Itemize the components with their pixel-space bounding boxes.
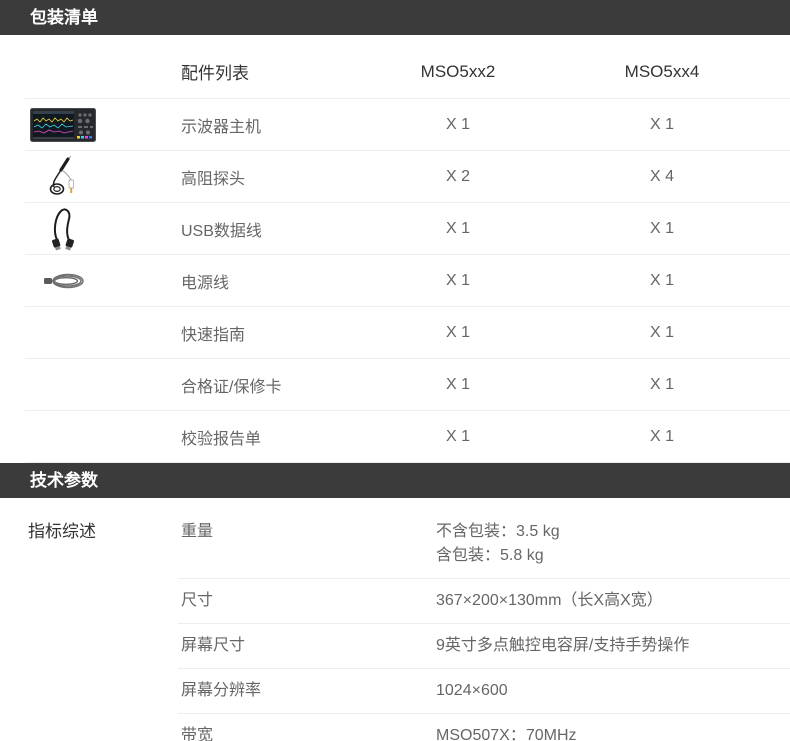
spec-value: 367×200×130mm（长X高X宽） [436,592,663,609]
qty-mso5xx4: X 1 [649,375,674,393]
usb-cable-image [52,207,74,250]
packing-row: 快速指南 X 1 X 1 [25,307,790,359]
item-image-cell [28,207,98,251]
spec-label: 屏幕分辨率 [181,682,262,699]
spec-value: 1024×600 [436,682,508,699]
item-image-cell [28,103,98,147]
qty-mso5xx4: X 1 [649,271,674,289]
item-name: 电源线 [181,274,230,292]
qty-mso5xx4: X 1 [649,323,674,341]
probe-image [49,155,74,195]
qty-mso5xx2: X 1 [445,271,470,289]
qty-mso5xx4: X 1 [649,427,674,445]
item-image-cell [28,363,98,407]
packing-row: 电源线 X 1 X 1 [25,255,790,307]
item-image-cell [28,311,98,355]
spec-value: MSO507X：70MHz [436,727,577,741]
mso5xx2-column-header: MSO5xx2 [420,61,496,81]
specifications-header: 技术参数 [0,463,790,498]
qty-mso5xx4: X 4 [649,167,674,185]
packing-row: 示波器主机 X 1 X 1 [25,99,790,151]
item-name: USB数据线 [181,222,262,240]
item-name: 校验报告单 [181,430,262,448]
item-image-cell [28,259,98,303]
packing-list-header: 包装清单 [0,0,790,35]
qty-mso5xx2: X 1 [445,375,470,393]
item-image-cell [28,155,98,199]
spec-values: 不含包装：3.5 kg 含包装：5.8 kg [436,520,790,568]
power-cord-image [44,273,84,288]
item-name: 快速指南 [181,326,246,344]
item-image-cell [28,415,98,459]
spec-row: 重量 不含包装：3.5 kg 含包装：5.8 kg [178,510,790,579]
specifications-section: 指标综述 重量 不含包装：3.5 kg 含包装：5.8 kg 尺寸 367×20… [0,498,790,741]
spec-label: 屏幕尺寸 [181,637,246,654]
spec-label: 带宽 [181,727,214,741]
spec-value: 含包装：5.8 kg [436,547,544,564]
item-column-header: 配件列表 [181,64,249,83]
spec-label: 尺寸 [181,592,214,609]
qty-mso5xx2: X 1 [445,115,470,133]
spec-row: 屏幕尺寸 9英寸多点触控电容屏/支持手势操作 [178,624,790,669]
spec-label: 重量 [181,523,214,540]
packing-list-table: 配件列表 MSO5xx2 MSO5xx4 示波器主机 X 1 X 1 高阻探头 … [25,35,790,463]
item-name: 高阻探头 [181,170,246,188]
packing-row: 合格证/保修卡 X 1 X 1 [25,359,790,411]
spec-values: MSO507X：70MHz [436,724,790,741]
spec-table: 重量 不含包装：3.5 kg 含包装：5.8 kg 尺寸 367×200×130… [178,510,790,741]
spec-values: 9英寸多点触控电容屏/支持手势操作 [436,634,790,658]
spec-value: 不含包装：3.5 kg [436,523,560,540]
packing-row: 高阻探头 X 2 X 4 [25,151,790,203]
oscilloscope-image [30,107,96,142]
spec-row: 屏幕分辨率 1024×600 [178,669,790,714]
packing-row: USB数据线 X 1 X 1 [25,203,790,255]
qty-mso5xx2: X 1 [445,219,470,237]
spec-group-title: 指标综述 [28,522,96,541]
spec-values: 1024×600 [436,679,790,703]
page: 包装清单 配件列表 MSO5xx2 MSO5xx4 示波器主机 X 1 X 1 … [0,0,790,741]
qty-mso5xx4: X 1 [649,219,674,237]
spec-values: 367×200×130mm（长X高X宽） [436,589,790,613]
spec-row: 尺寸 367×200×130mm（长X高X宽） [178,579,790,624]
qty-mso5xx2: X 1 [445,427,470,445]
item-name: 示波器主机 [181,118,262,136]
packing-row: 校验报告单 X 1 X 1 [25,411,790,463]
mso5xx4-column-header: MSO5xx4 [624,61,700,81]
qty-mso5xx2: X 1 [445,323,470,341]
spec-row: 带宽 MSO507X：70MHz [178,714,790,741]
qty-mso5xx4: X 1 [649,115,674,133]
spec-value: 9英寸多点触控电容屏/支持手势操作 [436,637,690,654]
item-name: 合格证/保修卡 [181,378,282,396]
packing-list-header-row: 配件列表 MSO5xx2 MSO5xx4 [25,35,790,99]
qty-mso5xx2: X 2 [445,167,470,185]
